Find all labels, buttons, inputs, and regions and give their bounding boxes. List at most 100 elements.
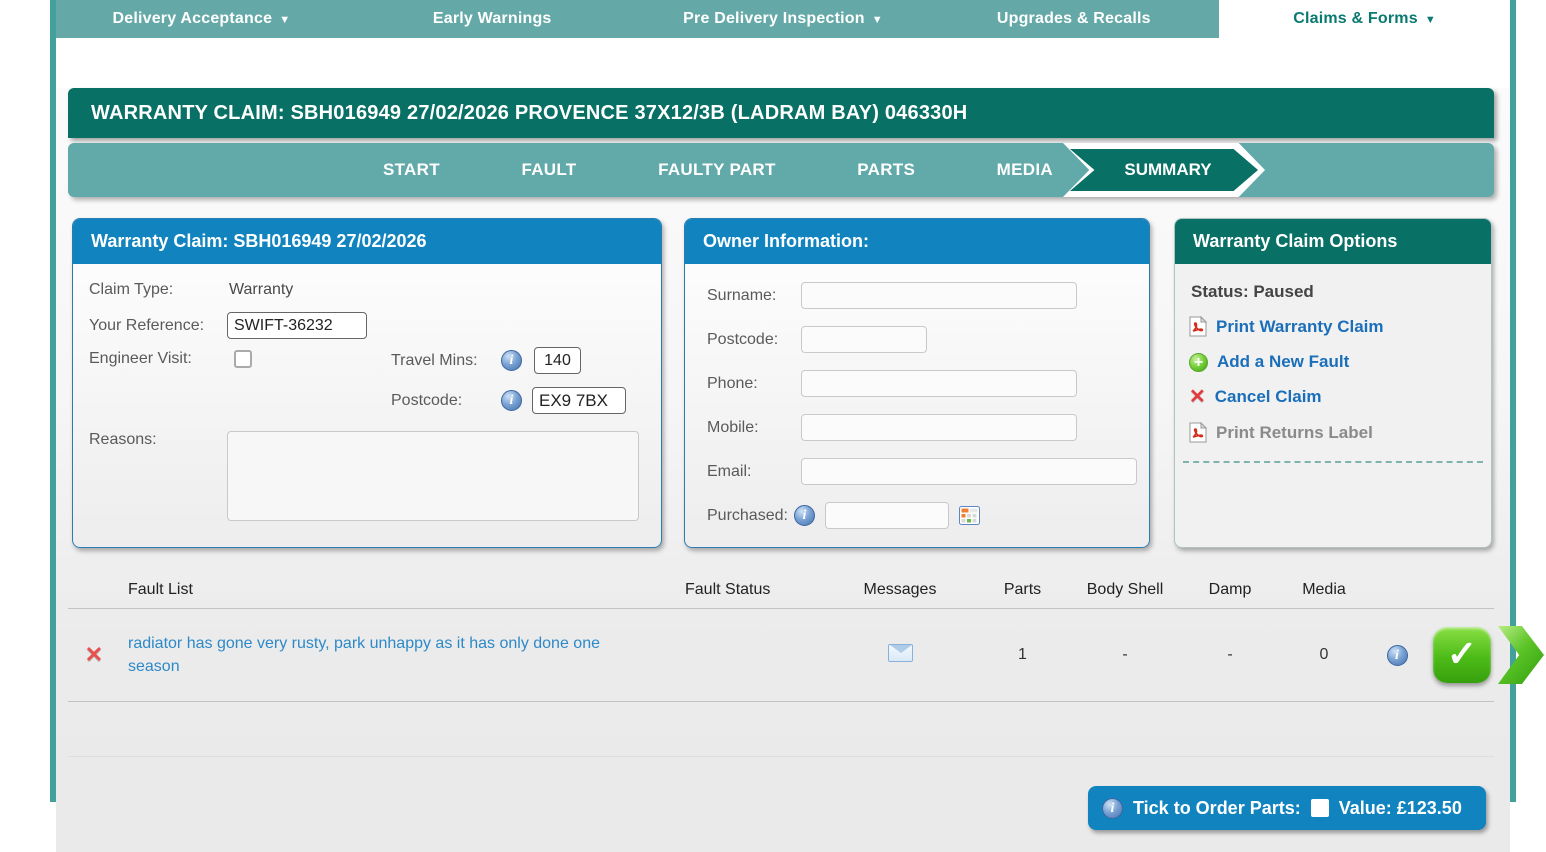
purchased-label: Purchased: [707,507,788,525]
purchased-date-input[interactable] [825,502,949,529]
delete-fault-icon[interactable]: ✕ [85,642,103,668]
col-fault-list: Fault List [120,581,665,599]
print-returns-label-link[interactable]: Print Returns Label [1189,422,1491,443]
panel-title: Warranty Claim: SBH016949 27/02/2026 [73,219,661,264]
page-content: WARRANTY CLAIM: SBH016949 27/02/2026 PRO… [56,88,1510,852]
phone-input[interactable] [801,370,1077,397]
cancel-icon: ✕ [1189,387,1206,407]
body-shell-cell: - [1122,646,1127,664]
pdf-icon [1189,422,1207,443]
travel-mins-input[interactable] [534,347,581,374]
media-count: 0 [1320,646,1329,664]
claim-type-value: Warranty [229,281,293,299]
chevron-down-icon: ▼ [1425,15,1436,26]
email-input[interactable] [801,458,1137,485]
option-label: Add a New Fault [1217,352,1349,372]
calendar-icon[interactable] [959,506,980,525]
info-icon[interactable]: i [1102,798,1123,819]
your-reference-input[interactable] [227,312,367,339]
reasons-textarea[interactable] [227,431,639,521]
phone-label: Phone: [707,375,801,393]
approve-fault-button[interactable]: ✓ [1433,627,1491,683]
fault-description-link[interactable]: radiator has gone very rusty, park unhap… [120,632,645,678]
surname-label: Surname: [707,287,801,305]
print-warranty-claim-link[interactable]: Print Warranty Claim [1189,316,1491,337]
info-icon[interactable]: i [501,390,522,411]
order-value-text: Value: £123.50 [1339,798,1462,819]
email-mobile-input[interactable] [801,414,1077,441]
reasons-label: Reasons: [89,431,227,449]
info-icon[interactable]: i [794,505,815,526]
fault-table: Fault List Fault Status Messages Parts B… [68,572,1494,701]
wizard-steps-bar: START FAULT FAULTY PART PARTS MEDIA SUMM… [68,143,1494,197]
nav-tab-label: Early Warnings [433,10,552,28]
engineer-visit-checkbox[interactable] [234,350,252,368]
warranty-claim-panel: Warranty Claim: SBH016949 27/02/2026 Cla… [72,218,662,548]
step-media[interactable]: MEDIA [997,160,1053,180]
claim-type-label: Claim Type: [89,281,229,299]
col-fault-status: Fault Status [665,581,825,599]
col-damp: Damp [1180,581,1280,599]
nav-tab-label: Upgrades & Recalls [997,10,1151,28]
nav-tab-upgrades-recalls[interactable]: Upgrades & Recalls [928,0,1219,38]
surname-input[interactable] [801,282,1077,309]
travel-postcode-input[interactable] [532,387,626,414]
fault-row: ✕ radiator has gone very rusty, park unh… [68,609,1494,701]
step-faulty-part[interactable]: FAULTY PART [658,160,776,180]
nav-tab-label: Claims & Forms [1293,10,1418,28]
nav-tab-early-warnings[interactable]: Early Warnings [347,0,638,38]
warranty-claim-banner: WARRANTY CLAIM: SBH016949 27/02/2026 PRO… [68,88,1494,138]
section-divider-faint [68,756,1494,757]
nav-tab-label: Pre Delivery Inspection [683,10,865,28]
option-label: Cancel Claim [1215,387,1322,407]
options-separator [1183,461,1483,463]
col-messages: Messages [825,581,975,599]
your-reference-label: Your Reference: [89,317,227,335]
mobile-label: Mobile: [707,419,801,437]
add-new-fault-link[interactable]: + Add a New Fault [1189,352,1491,372]
chevron-down-icon: ▼ [279,15,290,26]
col-body-shell: Body Shell [1070,581,1180,599]
engineer-visit-label: Engineer Visit: [89,350,234,368]
chevron-down-icon: ▼ [872,15,883,26]
step-start[interactable]: START [383,160,440,180]
top-navigation: Delivery Acceptance ▼ Early Warnings Pre… [56,0,1510,38]
nav-tab-delivery-acceptance[interactable]: Delivery Acceptance ▼ [56,0,347,38]
fault-table-header: Fault List Fault Status Messages Parts B… [68,572,1494,608]
owner-postcode-input[interactable] [801,326,927,353]
order-parts-label: Tick to Order Parts: [1133,798,1301,819]
parts-count: 1 [1018,646,1027,664]
option-label: Print Returns Label [1216,423,1373,443]
section-divider [68,701,1494,702]
step-parts[interactable]: PARTS [857,160,915,180]
wizard-steps: START FAULT FAULTY PART PARTS MEDIA [383,143,1053,197]
pdf-icon [1189,316,1207,337]
claim-status-text: Status: Paused [1191,282,1491,302]
owner-postcode-label: Postcode: [707,331,801,349]
nav-tab-pre-delivery-inspection[interactable]: Pre Delivery Inspection ▼ [638,0,929,38]
postcode-label: Postcode: [391,392,501,410]
info-icon[interactable]: i [501,350,522,371]
main-frame: Delivery Acceptance ▼ Early Warnings Pre… [50,0,1516,802]
active-step-chevron: SUMMARY [1063,143,1265,197]
panel-title: Warranty Claim Options [1175,219,1491,264]
panel-title: Owner Information: [685,219,1149,264]
travel-mins-label: Travel Mins: [391,352,501,370]
email-label: Email: [707,463,801,481]
next-arrow-button[interactable] [1498,626,1544,684]
nav-tab-claims-forms[interactable]: Claims & Forms ▼ [1219,0,1510,38]
step-summary[interactable]: SUMMARY [1070,149,1258,191]
add-icon: + [1189,353,1208,372]
option-label: Print Warranty Claim [1216,317,1384,337]
nav-tab-label: Delivery Acceptance [112,10,272,28]
order-parts-bar: i Tick to Order Parts: Value: £123.50 [1088,786,1486,830]
col-parts: Parts [975,581,1070,599]
col-media: Media [1280,581,1368,599]
owner-information-panel: Owner Information: Surname: Postcode: Ph… [684,218,1150,548]
damp-cell: - [1227,646,1232,664]
message-icon[interactable] [888,644,913,662]
info-icon[interactable]: i [1387,645,1408,666]
cancel-claim-link[interactable]: ✕ Cancel Claim [1189,387,1491,407]
step-fault[interactable]: FAULT [521,160,576,180]
warranty-claim-options-panel: Warranty Claim Options Status: Paused Pr… [1174,218,1492,548]
